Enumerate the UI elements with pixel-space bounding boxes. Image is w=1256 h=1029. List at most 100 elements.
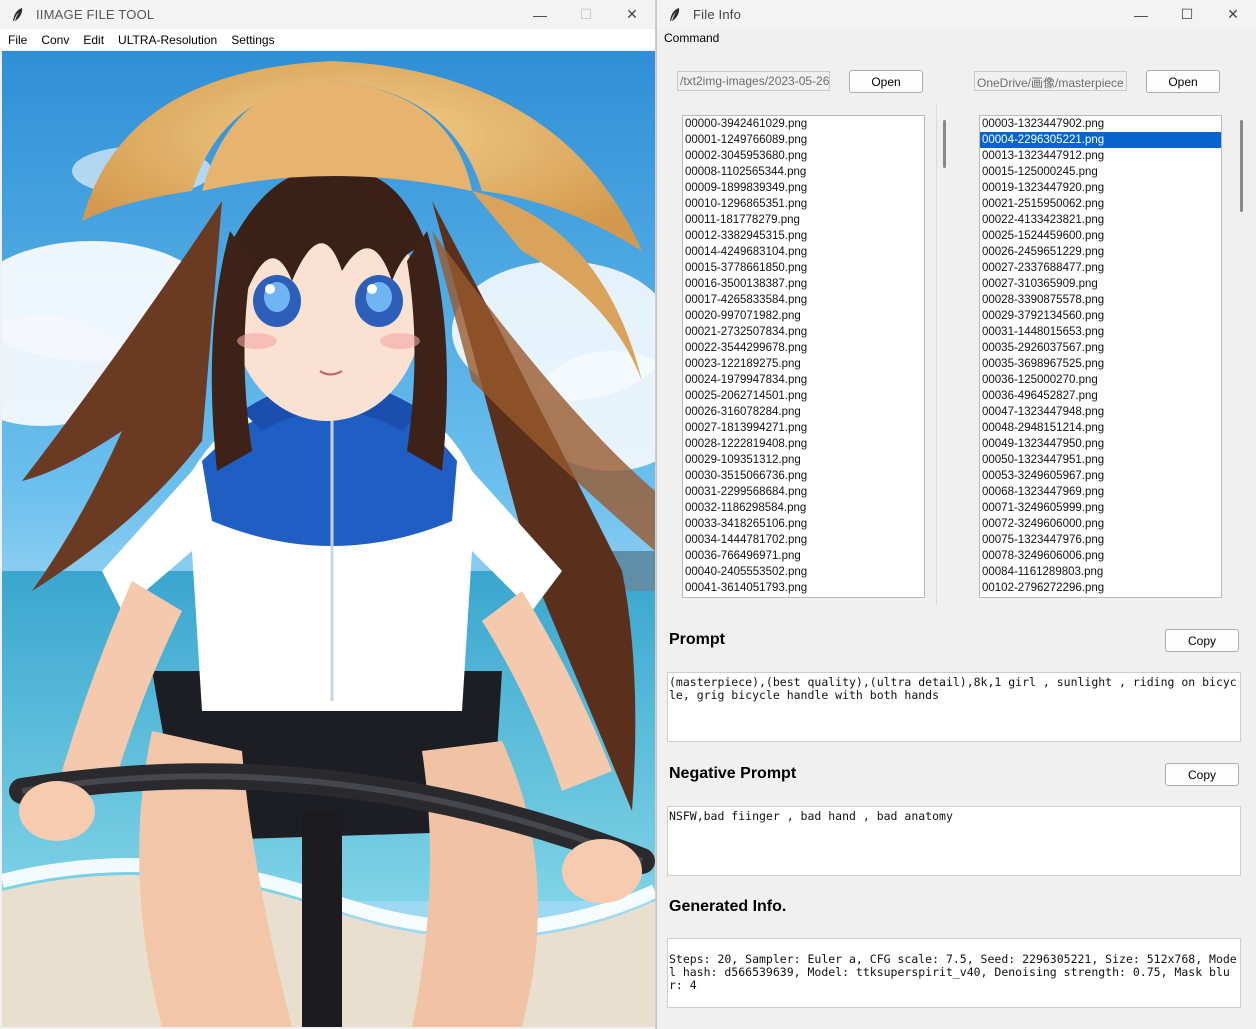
list-item[interactable]: 00019-1323447920.png	[980, 180, 1221, 196]
maximize-button[interactable]: ☐	[563, 0, 609, 29]
list-item[interactable]: 00048-2948151214.png	[980, 420, 1221, 436]
right-file-list[interactable]: 00003-1323447902.png 00004-2296305221.png…	[979, 115, 1222, 598]
list-item[interactable]: 00036-496452827.png	[980, 388, 1221, 404]
negative-prompt-label: Negative Prompt	[669, 765, 797, 782]
list-item[interactable]: 00001-1249766089.png	[683, 132, 924, 148]
list-item[interactable]: 00024-1979947834.png	[683, 372, 924, 388]
list-item[interactable]: 00071-3249605999.png	[980, 500, 1221, 516]
list-item[interactable]: 00049-1323447950.png	[980, 436, 1221, 452]
divider	[936, 105, 937, 605]
prompt-label: Prompt	[669, 631, 725, 648]
menu-conv[interactable]: Conv	[41, 33, 69, 47]
list-item[interactable]: 00015-3778661850.png	[683, 260, 924, 276]
generated-info-textarea[interactable]: Steps: 20, Sampler: Euler a, CFG scale: …	[667, 938, 1241, 1008]
list-item[interactable]: 00009-1899839349.png	[683, 180, 924, 196]
list-item[interactable]: 00025-2062714501.png	[683, 388, 924, 404]
left-list-scrollbar[interactable]	[943, 120, 946, 168]
minimize-button[interactable]: —	[1118, 0, 1164, 29]
list-item[interactable]: 00022-4133423821.png	[980, 212, 1221, 228]
left-folder-path-input[interactable]: /txt2img-images/2023-05-26	[677, 71, 830, 91]
list-item[interactable]: 00075-1323447976.png	[980, 532, 1221, 548]
list-item[interactable]: 00028-3390875578.png	[980, 292, 1221, 308]
prompt-textarea[interactable]: (masterpiece),(best quality),(ultra deta…	[667, 672, 1241, 742]
list-item[interactable]: 00034-1444781702.png	[683, 532, 924, 548]
list-item[interactable]: 00000-3942461029.png	[683, 116, 924, 132]
menu-edit[interactable]: Edit	[83, 33, 104, 47]
list-item[interactable]: 00040-2405553502.png	[683, 564, 924, 580]
list-item[interactable]: 00053-3249605967.png	[980, 468, 1221, 484]
list-item[interactable]: 00027-1813994271.png	[683, 420, 924, 436]
minimize-button[interactable]: —	[517, 0, 563, 29]
list-item[interactable]: 00072-3249606000.png	[980, 516, 1221, 532]
list-item[interactable]: 00016-3500138387.png	[683, 276, 924, 292]
list-item[interactable]: 00035-2926037567.png	[980, 340, 1221, 356]
list-item[interactable]: 00032-1186298584.png	[683, 500, 924, 516]
list-item[interactable]: 00014-4249683104.png	[683, 244, 924, 260]
right-folder-path-input[interactable]: OneDrive/画像/masterpiece	[974, 71, 1127, 91]
left-file-list[interactable]: 00000-3942461029.png 00001-1249766089.png…	[682, 115, 925, 598]
list-item[interactable]: 00025-1524459600.png	[980, 228, 1221, 244]
list-item[interactable]: 00031-2299568684.png	[683, 484, 924, 500]
menu-file[interactable]: File	[8, 33, 27, 47]
list-item[interactable]: 00030-3515066736.png	[683, 468, 924, 484]
list-item[interactable]: 00003-1323447902.png	[980, 116, 1221, 132]
list-item[interactable]: 00020-997071982.png	[683, 308, 924, 324]
feather-icon	[13, 7, 23, 21]
list-item[interactable]: 00102-2796272296.png	[980, 580, 1221, 596]
list-item[interactable]: 00029-109351312.png	[683, 452, 924, 468]
title-bar-file-info[interactable]: File Info — ☐ ✕	[657, 0, 1256, 29]
copy-prompt-button[interactable]: Copy	[1165, 629, 1239, 652]
list-item[interactable]: 00011-181778279.png	[683, 212, 924, 228]
open-left-folder-button[interactable]: Open	[849, 70, 923, 93]
list-item[interactable]: 00036-125000270.png	[980, 372, 1221, 388]
list-item[interactable]: 00029-3792134560.png	[980, 308, 1221, 324]
close-button[interactable]: ✕	[1210, 0, 1256, 29]
title-bar[interactable]: IIMAGE FILE TOOL — ☐ ✕	[0, 0, 655, 29]
negative-prompt-textarea[interactable]: NSFW,bad fiinger , bad hand , bad anatom…	[667, 806, 1241, 876]
maximize-button[interactable]: ☐	[1164, 0, 1210, 29]
image-viewer-window: IIMAGE FILE TOOL — ☐ ✕ File Conv Edit UL…	[0, 0, 656, 1029]
list-item[interactable]: 00012-3382945315.png	[683, 228, 924, 244]
feather-icon	[670, 7, 680, 21]
window-title: File Info	[693, 7, 742, 22]
list-item[interactable]: 00027-310365909.png	[980, 276, 1221, 292]
image-canvas[interactable]	[2, 51, 655, 1027]
list-item[interactable]: 00004-2296305221.png	[980, 132, 1221, 148]
copy-negative-prompt-button[interactable]: Copy	[1165, 763, 1239, 786]
list-item[interactable]: 00015-125000245.png	[980, 164, 1221, 180]
close-button[interactable]: ✕	[609, 0, 655, 29]
list-item[interactable]: 00022-3544299678.png	[683, 340, 924, 356]
right-list-scrollbar[interactable]	[1240, 120, 1243, 212]
list-item[interactable]: 00008-1102565344.png	[683, 164, 924, 180]
list-item[interactable]: 00047-1323447948.png	[980, 404, 1221, 420]
list-item[interactable]: 00023-122189275.png	[683, 356, 924, 372]
list-item[interactable]: 00035-3698967525.png	[980, 356, 1221, 372]
list-item[interactable]: 00021-2732507834.png	[683, 324, 924, 340]
list-item[interactable]: 00041-3614051793.png	[683, 580, 924, 596]
list-item[interactable]: 00027-2337688477.png	[980, 260, 1221, 276]
list-item[interactable]: 00033-3418265106.png	[683, 516, 924, 532]
list-item[interactable]: 00084-1161289803.png	[980, 564, 1221, 580]
file-info-window: File Info — ☐ ✕ Command /txt2img-images/…	[656, 0, 1256, 1029]
list-item[interactable]: 00068-1323447969.png	[980, 484, 1221, 500]
list-item[interactable]: 00013-1323447912.png	[980, 148, 1221, 164]
list-item[interactable]: 00026-316078284.png	[683, 404, 924, 420]
open-right-folder-button[interactable]: Open	[1146, 70, 1220, 93]
menu-settings[interactable]: Settings	[231, 33, 274, 47]
list-item[interactable]: 00010-1296865351.png	[683, 196, 924, 212]
list-item[interactable]: 00078-3249606006.png	[980, 548, 1221, 564]
window-title: IIMAGE FILE TOOL	[36, 7, 155, 22]
list-item[interactable]: 00050-1323447951.png	[980, 452, 1221, 468]
list-item[interactable]: 00036-766496971.png	[683, 548, 924, 564]
anime-girl-bicycle-image	[2, 51, 655, 1027]
list-item[interactable]: 00017-4265833584.png	[683, 292, 924, 308]
menu-ultra-resolution[interactable]: ULTRA-Resolution	[118, 33, 217, 47]
list-item[interactable]: 00028-1222819408.png	[683, 436, 924, 452]
list-item[interactable]: 00031-1448015653.png	[980, 324, 1221, 340]
menu-bar: File Conv Edit ULTRA-Resolution Settings	[0, 29, 655, 50]
menu-command[interactable]: Command	[657, 29, 1256, 47]
generated-info-label: Generated Info.	[669, 898, 787, 915]
list-item[interactable]: 00026-2459651229.png	[980, 244, 1221, 260]
list-item[interactable]: 00021-2515950062.png	[980, 196, 1221, 212]
list-item[interactable]: 00002-3045953680.png	[683, 148, 924, 164]
